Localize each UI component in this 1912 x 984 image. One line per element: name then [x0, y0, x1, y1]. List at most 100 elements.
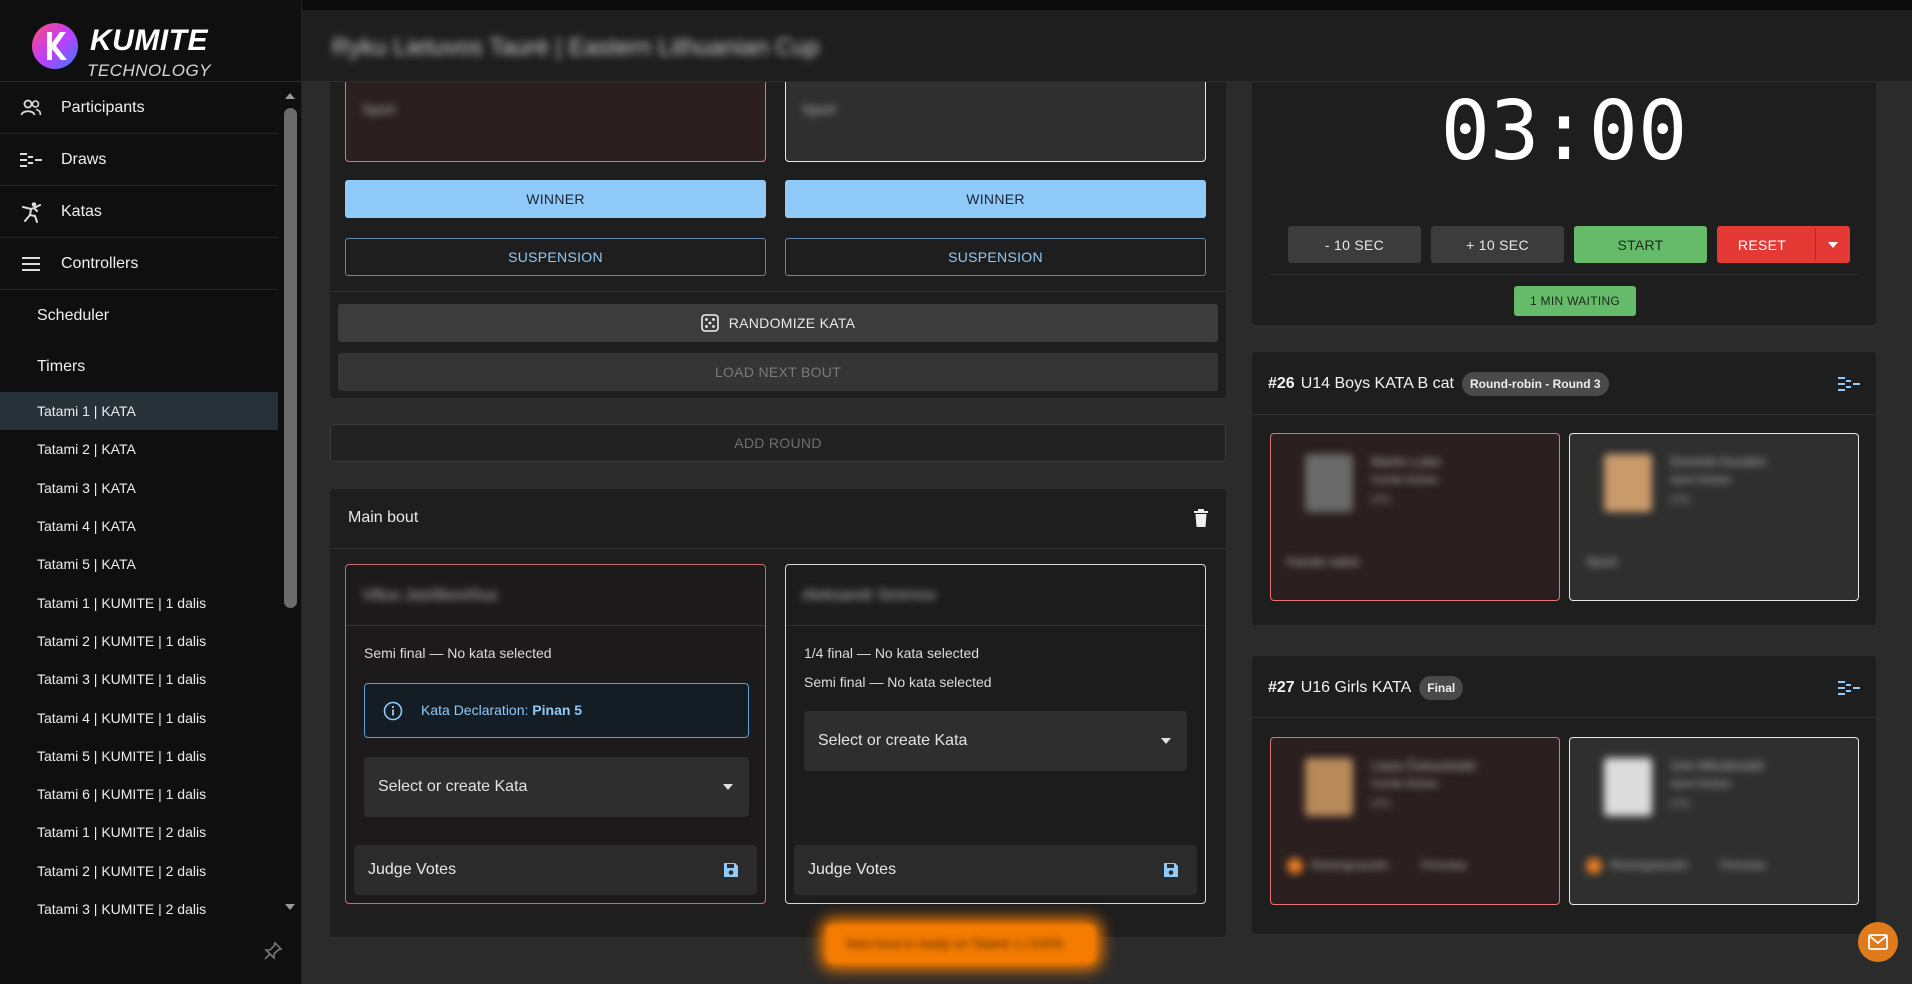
bout-category: U16 Girls KATA: [1300, 679, 1412, 696]
sidebar-item-draws[interactable]: Draws: [0, 134, 278, 186]
kata-declaration-text: Kata Declaration: Pinan 5: [421, 702, 582, 718]
notification-toast[interactable]: New bout is ready on Tatami 1 | KATA: [826, 924, 1096, 964]
delete-icon[interactable]: [1194, 509, 1208, 527]
save-icon[interactable]: [1163, 862, 1179, 878]
sidebar-item-tatami[interactable]: Tatami 4 | KUMITE | 1 dalis: [0, 698, 278, 736]
aka-winner-button[interactable]: WINNER: [345, 180, 766, 218]
avatar: [1604, 758, 1652, 816]
sidebar-item-tatami[interactable]: Tatami 3 | KUMITE | 2 dalis: [0, 890, 278, 916]
fighter-club: Sport klubas: [1670, 778, 1732, 790]
pin-icon[interactable]: [262, 940, 284, 962]
sidebar-item-tatami[interactable]: Tatami 5 | KATA: [0, 545, 278, 583]
fighter-country: LTU: [1670, 798, 1690, 810]
judge-votes-label: Judge Votes: [808, 861, 897, 878]
kata-select[interactable]: Select or create Kata: [804, 711, 1187, 771]
kata-select-placeholder: Select or create Kata: [818, 732, 968, 749]
load-next-bout-button[interactable]: LOAD NEXT BOUT: [338, 353, 1218, 391]
draws-icon[interactable]: [1838, 376, 1860, 392]
avatar: [1604, 454, 1652, 512]
timer-display: 03:00: [1440, 84, 1688, 179]
menu-icon: [20, 253, 42, 275]
bout-title: #26 U14 Boys KATA B cat Round-robin - Ro…: [1268, 372, 1609, 396]
sidebar-item-tatami[interactable]: Tatami 2 | KUMITE | 2 dalis: [0, 852, 278, 890]
shiro-winner-button[interactable]: WINNER: [785, 180, 1206, 218]
shiro-round-status: 1/4 final — No kata selected: [804, 645, 980, 661]
sidebar-item-katas[interactable]: Katas: [0, 186, 278, 238]
sidebar-item-timers[interactable]: Timers: [0, 341, 278, 392]
shiro-kata-panel: Aleksandr Smirnov 1/4 final — No kata se…: [785, 564, 1206, 904]
sidebar-item-scheduler[interactable]: Scheduler: [0, 290, 278, 341]
waiting-button[interactable]: 1 MIN WAITING: [1514, 286, 1636, 316]
bout-category: U14 Boys KATA B cat: [1300, 375, 1454, 392]
aka-fighter-text: Sport: [362, 101, 396, 117]
sidebar-item-tatami[interactable]: Tatami 4 | KATA: [0, 507, 278, 545]
shiro-fighter-text: Sport: [802, 101, 836, 117]
sidebar-item-label: Katas: [61, 202, 102, 220]
chevron-down-icon: [723, 784, 733, 790]
mail-button[interactable]: [1858, 922, 1898, 962]
mail-icon: [1868, 934, 1888, 950]
randomize-kata-button[interactable]: RANDOMIZE KATA: [338, 304, 1218, 342]
draws-icon: [20, 149, 42, 171]
fighter-country: LTU: [1371, 494, 1391, 506]
status-dot: [1586, 858, 1602, 874]
shiro-fighter-card[interactable]: Urte Mikulėnaitė Sport klubas LTU Reisin…: [1569, 737, 1859, 905]
aka-fighter-card[interactable]: Martin Lukis Karate klubas LTU Karate sa…: [1270, 433, 1560, 601]
round-badge: Final: [1419, 676, 1464, 700]
add-round-button[interactable]: ADD ROUND: [330, 424, 1226, 462]
dice-icon: [700, 314, 719, 332]
shiro-fighter-name: Aleksandr Smirnov: [802, 587, 937, 604]
sidebar-item-tatami[interactable]: Tatami 3 | KUMITE | 1 dalis: [0, 660, 278, 698]
people-icon: [20, 97, 42, 119]
shiro-suspension-button[interactable]: SUSPENSION: [785, 238, 1206, 276]
fighter-status: Reisingnacelin: [1610, 858, 1689, 872]
sidebar-item-controllers[interactable]: Controllers: [0, 238, 278, 290]
sidebar-item-tatami[interactable]: Tatami 3 | KATA: [0, 469, 278, 507]
divider: [1270, 274, 1858, 275]
randomize-kata-label: RANDOMIZE KATA: [728, 315, 856, 331]
start-button[interactable]: START: [1574, 226, 1707, 263]
sidebar-item-tatami[interactable]: Tatami 2 | KUMITE | 1 dalis: [0, 622, 278, 660]
sidebar-item-participants[interactable]: Participants: [0, 82, 278, 134]
scrollbar-thumb[interactable]: [284, 108, 297, 608]
kata-declaration-value: Pinan 5: [532, 702, 583, 718]
minus-10-sec-button[interactable]: - 10 SEC: [1288, 226, 1421, 263]
sidebar-item-tatami[interactable]: Tatami 1 | KUMITE | 1 dalis: [0, 583, 278, 621]
current-bout-card: Sport Sport WINNER WINNER SUSPENSION SUS…: [330, 82, 1226, 398]
kata-select[interactable]: Select or create Kata: [364, 757, 749, 817]
plus-10-sec-button[interactable]: + 10 SEC: [1431, 226, 1564, 263]
judge-votes-row[interactable]: Judge Votes: [354, 845, 757, 895]
sidebar-item-label: Controllers: [61, 254, 139, 272]
logo[interactable]: KUMITE TECHNOLOGY: [0, 10, 302, 82]
sidebar-item-tatami[interactable]: Tatami 6 | KUMITE | 1 dalis: [0, 775, 278, 813]
judge-votes-row[interactable]: Judge Votes: [794, 845, 1197, 895]
fighter-status: Reisingnacelin: [1311, 858, 1390, 872]
draws-icon[interactable]: [1838, 680, 1860, 696]
divider: [1252, 717, 1876, 718]
kata-declaration-alert: Kata Declaration: Pinan 5: [364, 683, 749, 738]
fighter-name: Martin Lukis: [1371, 454, 1442, 469]
fighter-footer: Sport: [1586, 554, 1618, 569]
scroll-up-icon[interactable]: [285, 93, 295, 99]
sidebar-item-label: Draws: [61, 150, 107, 168]
sidebar-scrollbar[interactable]: [280, 88, 300, 916]
bout-title: #27 U16 Girls KATA Final: [1268, 676, 1464, 700]
sidebar-item-tatami[interactable]: Tatami 5 | KUMITE | 1 dalis: [0, 737, 278, 775]
divider: [346, 625, 765, 626]
kata-declaration-prefix: Kata Declaration:: [421, 702, 533, 718]
aka-fighter-card[interactable]: Liepa Žukauskaitė Karate klubas LTU Reis…: [1270, 737, 1560, 905]
toast-text: New bout is ready on Tatami 1 | KATA: [846, 936, 1064, 951]
shiro-fighter-card[interactable]: Dominik Kovalev Sport klubas LTU Sport: [1569, 433, 1859, 601]
divider: [786, 625, 1205, 626]
aka-fighter-box[interactable]: Sport: [345, 82, 766, 162]
aka-suspension-button[interactable]: SUSPENSION: [345, 238, 766, 276]
sidebar-item-tatami[interactable]: Tatami 1 | KATA: [0, 392, 278, 431]
sidebar-item-tatami[interactable]: Tatami 2 | KATA: [0, 430, 278, 468]
chevron-down-icon[interactable]: [1828, 242, 1838, 248]
shiro-fighter-box[interactable]: Sport: [785, 82, 1206, 162]
fighter-country: LTU: [1670, 494, 1690, 506]
scroll-down-icon[interactable]: [285, 904, 295, 910]
app-header: Ryku Lietuvos Taurė | Eastern Lithuanian…: [302, 10, 1912, 82]
save-icon[interactable]: [723, 862, 739, 878]
sidebar-item-tatami[interactable]: Tatami 1 | KUMITE | 2 dalis: [0, 813, 278, 851]
